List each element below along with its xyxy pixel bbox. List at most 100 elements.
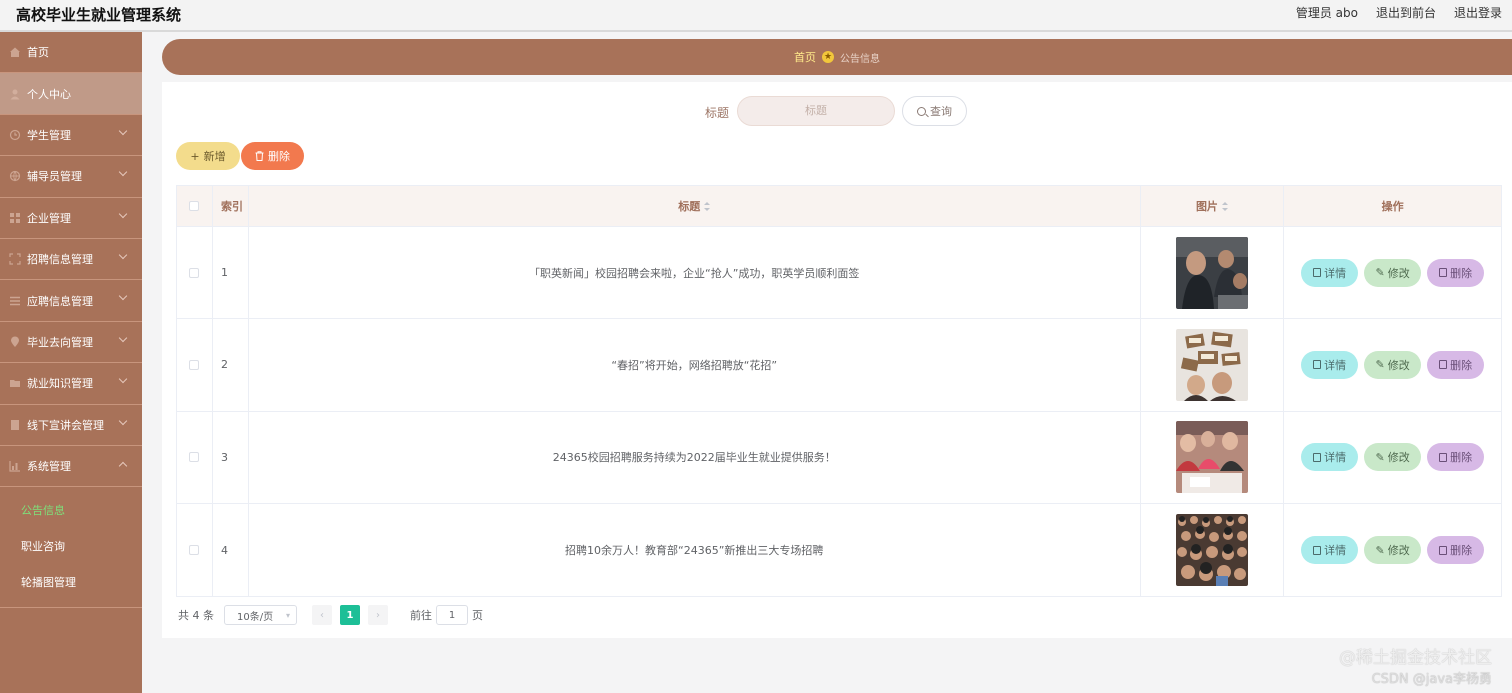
next-page-button[interactable]: › — [368, 605, 388, 625]
pagination-total: 共 4 条 — [178, 609, 214, 622]
goto-page-input[interactable]: 1 — [436, 605, 468, 625]
sidebar-item-counselors[interactable]: 辅导员管理 — [0, 156, 142, 198]
delete-label: 删除 — [1450, 544, 1473, 558]
sidebar-item-recruitment[interactable]: 招聘信息管理 — [0, 239, 142, 281]
page-size-value: 10条/页 — [237, 611, 274, 623]
select-all-cell — [177, 186, 213, 226]
top-right-links: 管理员 abo 退出到前台 退出登录 — [1296, 4, 1502, 21]
main-panel: 标题 标题 查询 + 新增 删除 索引 标题 图片 操作 1 「职英新闻」校园招… — [162, 82, 1512, 638]
chart-icon — [9, 461, 20, 472]
to-front-link[interactable]: 退出到前台 — [1376, 4, 1436, 21]
sidebar-item-home[interactable]: 首页 — [0, 32, 142, 74]
watermark: @稀土掘金技术社区 CSDN @java李杨勇 — [1339, 643, 1492, 687]
sidebar-item-seminars[interactable]: 线下宣讲会管理 — [0, 405, 142, 446]
header-index: 索引 — [213, 186, 249, 226]
pencil-icon: ✎ — [1375, 450, 1385, 464]
thumbnail-image[interactable] — [1175, 421, 1248, 494]
submenu-item-carousel[interactable]: 轮播图管理 — [0, 565, 142, 601]
chevron-right-icon: › — [376, 609, 380, 621]
edit-button[interactable]: ✎ 修改 — [1364, 258, 1422, 287]
row-image-cell — [1141, 319, 1285, 411]
sidebar-item-label: 线下宣讲会管理 — [27, 418, 104, 432]
row-checkbox[interactable] — [189, 359, 200, 370]
goto-suffix: 页 — [472, 609, 483, 622]
submenu-item-announcements[interactable]: 公告信息 — [0, 493, 142, 529]
breadcrumb-home[interactable]: 首页 — [794, 49, 816, 65]
pencil-icon: ✎ — [1375, 358, 1385, 372]
detail-button[interactable]: 详情 — [1301, 258, 1359, 287]
header-title[interactable]: 标题 — [249, 186, 1141, 226]
submenu-item-career-consult[interactable]: 职业咨询 — [0, 529, 142, 565]
row-checkbox[interactable] — [189, 267, 200, 278]
page-size-select[interactable]: 10条/页 ▾ — [224, 605, 297, 625]
sidebar-item-profile[interactable]: 个人中心 — [0, 73, 142, 115]
table-row: 3 24365校园招聘服务持续为2022届毕业生就业提供服务！ 详情 ✎ 修改 … — [177, 411, 1501, 504]
delete-button[interactable]: 删除 — [1427, 350, 1485, 379]
page-number[interactable]: 1 — [340, 605, 360, 625]
table-header: 索引 标题 图片 操作 — [177, 186, 1501, 227]
sidebar-item-label: 首页 — [27, 46, 49, 60]
row-image-cell — [1141, 503, 1285, 597]
plus-icon: + — [190, 149, 200, 163]
current-user: 管理员 abo — [1295, 6, 1358, 20]
chevron-down-icon — [118, 209, 128, 218]
pin-icon — [11, 336, 19, 347]
thumbnail-image[interactable] — [1175, 236, 1248, 309]
edit-button[interactable]: ✎ 修改 — [1364, 350, 1422, 379]
sidebar-item-applications[interactable]: 应聘信息管理 — [0, 280, 142, 322]
detail-label: 详情 — [1324, 358, 1347, 372]
sidebar-item-label: 系统管理 — [27, 460, 71, 474]
search-button[interactable]: 查询 — [902, 96, 967, 126]
trash-icon — [1439, 360, 1448, 370]
frame-icon — [9, 253, 21, 265]
edit-button[interactable]: ✎ 修改 — [1364, 443, 1422, 472]
row-ops: 详情 ✎ 修改 删除 — [1284, 227, 1501, 318]
row-ops: 详情 ✎ 修改 删除 — [1284, 319, 1501, 410]
row-checkbox[interactable] — [189, 545, 200, 556]
sidebar-item-companies[interactable]: 企业管理 — [0, 198, 142, 239]
sidebar-item-students[interactable]: 学生管理 — [0, 115, 142, 157]
document-icon — [1313, 452, 1322, 462]
chevron-down-icon — [118, 250, 128, 260]
table-row: 4 招聘10余万人！教育部“24365”新推出三大专场招聘 详情 ✎ 修改 删除 — [177, 503, 1501, 597]
row-checkbox[interactable] — [189, 452, 200, 463]
row-title: 24365校园招聘服务持续为2022届毕业生就业提供服务！ — [249, 411, 1141, 503]
delete-button[interactable]: 删除 — [1427, 258, 1485, 287]
row-select-cell — [177, 411, 213, 503]
chevron-down-icon — [118, 167, 128, 177]
header-image-label: 图片 — [1195, 200, 1218, 213]
prev-page-button[interactable]: ‹ — [312, 605, 332, 625]
select-all-checkbox[interactable] — [189, 201, 200, 211]
detail-button[interactable]: 详情 — [1301, 350, 1359, 379]
row-title: 招聘10余万人！教育部“24365”新推出三大专场招聘 — [249, 503, 1141, 597]
detail-button[interactable]: 详情 — [1301, 443, 1359, 472]
batch-delete-button[interactable]: 删除 — [241, 142, 304, 170]
delete-button[interactable]: 删除 — [1427, 536, 1485, 565]
sidebar-item-label: 招聘信息管理 — [27, 253, 93, 267]
sidebar-item-knowledge[interactable]: 就业知识管理 — [0, 363, 142, 405]
sidebar-item-system[interactable]: 系统管理 — [0, 446, 142, 488]
row-title: “春招”将开始，网络招聘放“花招” — [249, 319, 1141, 411]
delete-label: 删除 — [1450, 358, 1473, 372]
row-ops: 详情 ✎ 修改 删除 — [1284, 412, 1501, 503]
chevron-up-icon — [118, 461, 128, 471]
row-select-cell — [177, 319, 213, 411]
row-index: 3 — [213, 411, 249, 503]
chevron-down-icon — [118, 374, 128, 384]
thumbnail-image[interactable] — [1175, 514, 1248, 587]
breadcrumb: 首页 ★ 公告信息 — [162, 39, 1512, 75]
delete-button[interactable]: 删除 — [1427, 443, 1485, 472]
sidebar-item-label: 就业知识管理 — [27, 377, 93, 391]
header-image[interactable]: 图片 — [1141, 186, 1285, 226]
trash-icon — [1439, 452, 1448, 462]
detail-button[interactable]: 详情 — [1301, 536, 1359, 565]
sidebar-item-destinations[interactable]: 毕业去向管理 — [0, 322, 142, 364]
detail-label: 详情 — [1324, 451, 1347, 465]
thumbnail-image[interactable] — [1175, 328, 1248, 401]
edit-button[interactable]: ✎ 修改 — [1364, 536, 1422, 565]
chevron-down-icon — [118, 416, 128, 425]
top-bar: 高校毕业生就业管理系统 管理员 abo 退出到前台 退出登录 — [0, 0, 1512, 32]
logout-link[interactable]: 退出登录 — [1454, 4, 1502, 21]
add-button[interactable]: + 新增 — [176, 142, 240, 170]
search-input[interactable]: 标题 — [737, 96, 895, 126]
